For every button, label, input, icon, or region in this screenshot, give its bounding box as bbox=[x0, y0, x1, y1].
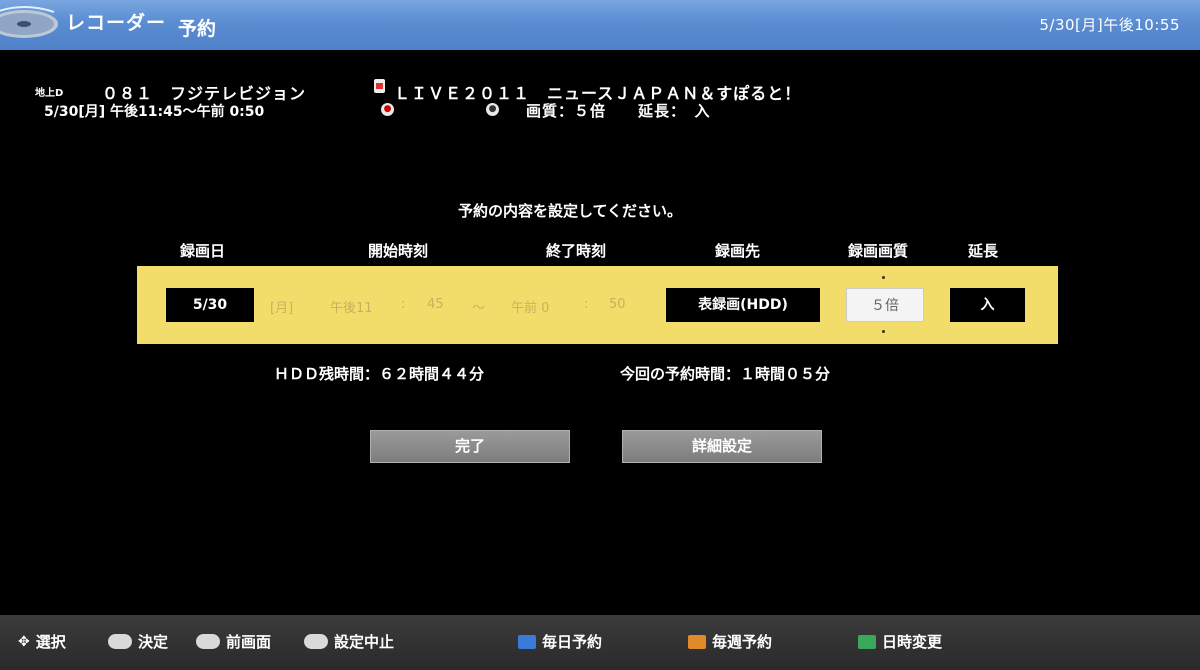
footer-decide-label: 決定 bbox=[138, 633, 169, 651]
clock: 5/30[月]午後10:55 bbox=[1039, 16, 1180, 34]
col-quality-header: 録画画質 bbox=[848, 242, 909, 260]
col-end-header: 終了時刻 bbox=[546, 242, 607, 260]
enter-key-icon bbox=[108, 634, 132, 649]
footer-select: ✥ 選択 bbox=[18, 631, 66, 652]
exit-key-icon bbox=[304, 634, 328, 649]
quality-info: 画質：５倍 延長： 入 bbox=[526, 102, 711, 120]
end-minute-field[interactable]: 50 bbox=[609, 297, 626, 312]
date-field[interactable]: 5/30 bbox=[166, 288, 254, 322]
col-date-header: 録画日 bbox=[180, 242, 226, 260]
app-name: レコーダー bbox=[66, 12, 167, 34]
col-extend-header: 延長 bbox=[968, 242, 999, 260]
footer-cancel-setting: 設定中止 bbox=[304, 631, 394, 652]
footer-cancel-setting-label: 設定中止 bbox=[334, 633, 395, 651]
footer-weekly[interactable]: 毎週予約 bbox=[688, 631, 772, 652]
screen-title: 予約 bbox=[178, 18, 217, 40]
complete-button[interactable]: 完了 bbox=[370, 430, 570, 463]
footer-select-label: 選択 bbox=[35, 633, 66, 651]
broadcast-type-label: 地上D bbox=[35, 88, 64, 99]
orange-key-icon bbox=[688, 634, 706, 649]
start-minute-field[interactable]: 45 bbox=[427, 297, 444, 312]
footer-datetime-change-label: 日時変更 bbox=[882, 633, 943, 651]
col-dest-header: 録画先 bbox=[715, 242, 761, 260]
back-key-icon bbox=[196, 634, 220, 649]
quality-mark-icon: ● bbox=[486, 103, 499, 116]
record-destination-field[interactable]: 表録画(HDD) bbox=[666, 288, 820, 322]
quality-up-arrow-icon bbox=[882, 276, 885, 279]
title-bar: レコーダー 予約 5/30[月]午後10:55 bbox=[0, 0, 1200, 50]
disc-icon bbox=[0, 6, 58, 38]
reservation-duration: 今回の予約時間：１時間０５分 bbox=[620, 365, 831, 383]
time-range-tilde: ～ bbox=[472, 301, 486, 316]
start-hour-field[interactable]: 午後11 bbox=[330, 297, 373, 316]
footer-daily-label: 毎日予約 bbox=[542, 633, 603, 651]
footer-datetime-change[interactable]: 日時変更 bbox=[858, 631, 942, 652]
hdd-remaining: ＨＤＤ残時間：６２時間４４分 bbox=[274, 365, 485, 383]
program-info-icon bbox=[374, 79, 385, 93]
air-time: 5/30[月] 午後11:45～午前 0:50 bbox=[44, 104, 265, 120]
footer-prev-screen: 前画面 bbox=[196, 631, 271, 652]
end-hour-field[interactable]: 午前 0 bbox=[511, 297, 549, 316]
extend-field[interactable]: 入 bbox=[950, 288, 1025, 322]
footer-daily[interactable]: 毎日予約 bbox=[518, 631, 602, 652]
blue-key-icon bbox=[518, 634, 536, 649]
footer-weekly-label: 毎週予約 bbox=[712, 633, 773, 651]
record-quality-field[interactable]: ５倍 bbox=[846, 288, 924, 322]
footer-guide-bar: ✥ 選択 決定 前画面 設定中止 毎日予約 毎週予約 日時変更 bbox=[0, 615, 1200, 670]
arrow-keys-icon: ✥ bbox=[18, 633, 30, 650]
weekday-label: [月] bbox=[270, 301, 294, 316]
end-separator: : bbox=[584, 297, 589, 312]
footer-decide: 決定 bbox=[108, 631, 168, 652]
settings-prompt: 予約の内容を設定してください。 bbox=[457, 202, 683, 220]
start-separator: : bbox=[401, 297, 406, 312]
detail-settings-button[interactable]: 詳細設定 bbox=[622, 430, 822, 463]
quality-down-arrow-icon bbox=[882, 330, 885, 333]
reservation-mark-icon: ● bbox=[381, 103, 394, 116]
footer-prev-screen-label: 前画面 bbox=[226, 633, 272, 651]
col-start-header: 開始時刻 bbox=[368, 242, 429, 260]
green-key-icon bbox=[858, 634, 876, 649]
